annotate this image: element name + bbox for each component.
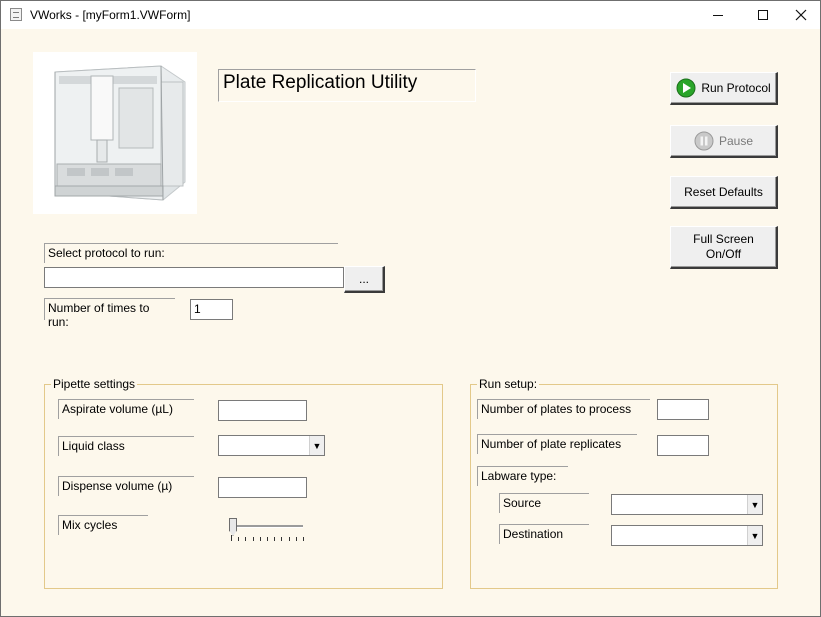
mix-cycles-label: Mix cycles [58,515,148,535]
form-icon [10,8,22,21]
full-screen-button[interactable]: Full Screen On/Off [670,226,778,269]
close-button[interactable] [778,1,821,29]
mix-cycles-slider[interactable] [227,517,307,543]
run-setup-title: Run setup: [477,377,540,391]
chevron-down-icon[interactable]: ▼ [747,495,762,514]
reset-defaults-button[interactable]: Reset Defaults [670,176,778,209]
dispense-volume-label: Dispense volume (µ) [58,476,194,496]
run-protocol-label: Run Protocol [701,80,771,95]
minimize-button[interactable] [695,1,740,29]
pause-button[interactable]: Pause [670,125,778,158]
slider-tick [245,537,247,541]
source-label: Source [499,493,589,513]
slider-tick [267,537,268,541]
destination-label: Destination [499,524,589,544]
slider-tick [281,537,283,541]
window-title: VWorks - [myForm1.VWForm] [30,8,191,22]
slider-tick [259,537,261,541]
reset-defaults-label: Reset Defaults [684,184,763,199]
slider-track[interactable] [229,525,303,528]
pipette-settings-title: Pipette settings [51,377,138,391]
page-title: Plate Replication Utility [218,69,476,102]
slider-tick [238,537,240,541]
instrument-image [33,52,197,214]
title-bar[interactable]: VWorks - [myForm1.VWForm] [1,1,820,29]
pause-icon [694,131,714,151]
browse-button[interactable]: ... [344,266,385,293]
liquid-class-select[interactable]: ▼ [218,435,325,456]
browse-label: ... [358,271,369,286]
full-screen-label: Full Screen On/Off [693,232,754,261]
slider-tick [303,537,304,541]
slider-thumb[interactable] [229,518,237,536]
slider-tick [231,535,232,541]
slider-tick [288,537,290,541]
plate-replicates-label: Number of plate replicates [477,434,637,454]
slider-tick [274,537,276,541]
slider-tick [252,537,254,541]
play-icon [676,78,696,98]
select-protocol-label: Select protocol to run: [44,243,338,263]
dispense-volume-input[interactable] [218,477,307,498]
plates-to-process-label: Number of plates to process [477,399,650,419]
pause-label: Pause [718,133,754,148]
aspirate-volume-label: Aspirate volume (µL) [58,399,194,419]
labware-type-label: Labware type: [477,466,568,486]
aspirate-volume-input[interactable] [218,400,307,421]
chevron-down-icon[interactable]: ▼ [309,436,324,455]
destination-select[interactable]: ▼ [611,525,763,546]
slider-tick [295,537,297,541]
times-to-run-label: Number of times to run: [44,298,175,329]
plates-to-process-input[interactable] [657,399,709,420]
chevron-down-icon[interactable]: ▼ [747,526,762,545]
app-window: VWorks - [myForm1.VWForm] Plate Replicat… [0,0,821,617]
source-select[interactable]: ▼ [611,494,763,515]
plate-replicates-input[interactable] [657,435,709,456]
liquid-class-label: Liquid class [58,436,194,456]
run-protocol-button[interactable]: Run Protocol [670,72,778,105]
times-to-run-input[interactable]: 1 [190,299,233,320]
protocol-path-input[interactable] [44,267,344,288]
